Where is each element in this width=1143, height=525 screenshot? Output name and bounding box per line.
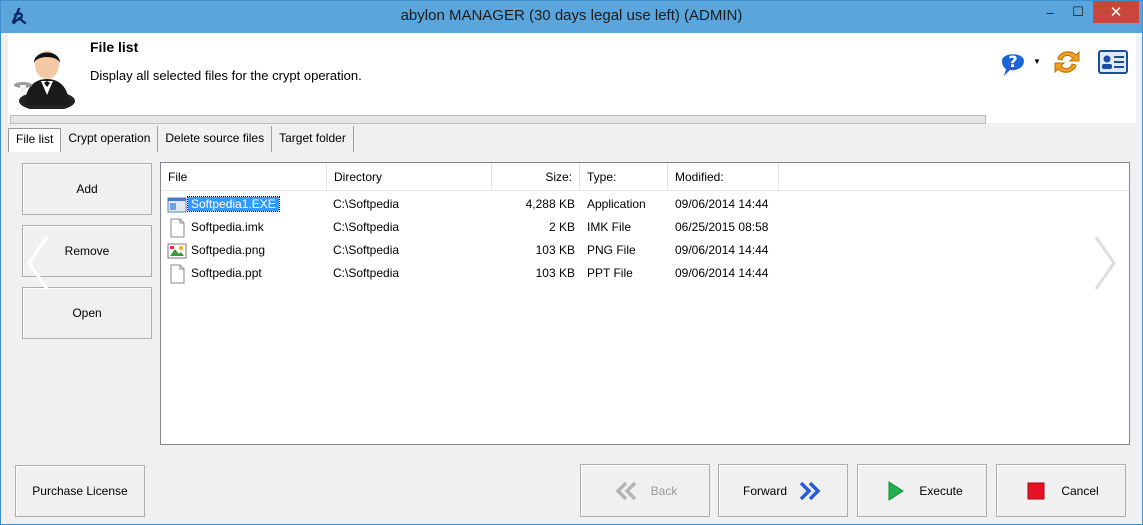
tab-target-folder[interactable]: Target folder (272, 126, 354, 152)
size-cell: 2 KB (548, 220, 575, 234)
butler-icon (14, 51, 75, 109)
image-file-icon (167, 241, 187, 261)
size-cell: 103 KB (535, 243, 575, 257)
blank-file-icon (167, 264, 187, 284)
modified-cell: 09/06/2014 14:44 (675, 197, 769, 211)
column-header-directory[interactable]: Directory (327, 163, 492, 191)
page-description: Display all selected files for the crypt… (90, 68, 362, 83)
modified-cell: 09/06/2014 14:44 (675, 266, 769, 280)
table-row[interactable]: Softpedia.imk C:\Softpedia 2 KB IMK File 06/… (161, 216, 1129, 239)
previous-arrow-icon[interactable] (23, 233, 53, 293)
blank-file-icon (167, 218, 187, 238)
play-icon (888, 480, 905, 501)
size-cell: 4,288 KB (525, 197, 575, 211)
help-icon[interactable]: ? (996, 45, 1030, 79)
directory-cell: C:\Softpedia (333, 197, 400, 211)
table-row[interactable]: Softpedia.ppt C:\Softpedia 103 KB PPT File 0… (161, 262, 1129, 285)
table-row[interactable]: Softpedia1.EXE C:\Softpedia 4,288 KB Applic… (161, 193, 1129, 216)
type-cell: IMK File (587, 220, 632, 234)
column-header-type[interactable]: Type: (580, 163, 668, 191)
refresh-icon[interactable] (1050, 45, 1084, 79)
window-title: abylon MANAGER (30 days legal use left) … (400, 7, 743, 24)
directory-cell: C:\Softpedia (333, 220, 400, 234)
minimize-button[interactable]: – (1037, 1, 1063, 23)
execute-button[interactable]: Execute (857, 464, 987, 517)
tab-strip: File list Crypt operation Delete source fi… (8, 126, 1136, 152)
column-header-modified[interactable]: Modified: (668, 163, 779, 191)
maximize-button[interactable]: ☐ (1065, 1, 1091, 23)
title-bar[interactable]: abylon MANAGER (30 days legal use left) … (1, 1, 1142, 33)
file-name-cell: Softpedia.ppt (191, 266, 262, 280)
open-button[interactable]: Open (22, 287, 152, 339)
page-title: File list (90, 39, 139, 55)
next-arrow-icon[interactable] (1090, 233, 1120, 293)
type-cell: PNG File (587, 243, 636, 257)
back-label: Back (650, 483, 678, 498)
abylon-logo-icon (11, 7, 27, 25)
exe-file-icon (167, 195, 187, 215)
file-list[interactable]: File Directory Size: Type: Modified: Sof… (160, 162, 1130, 445)
tab-crypt-operation[interactable]: Crypt operation (61, 126, 159, 152)
directory-cell: C:\Softpedia (333, 243, 400, 257)
column-header-file[interactable]: File (161, 163, 327, 191)
file-name-cell: Softpedia.png (191, 243, 266, 257)
forward-arrows-icon (799, 481, 821, 500)
purchase-license-button[interactable]: Purchase License (15, 465, 145, 517)
svg-text:?: ? (1008, 52, 1017, 71)
cancel-label: Cancel (1061, 483, 1099, 498)
file-name-cell: Softpedia1.EXE (187, 193, 280, 216)
close-button[interactable]: ✕ (1093, 1, 1139, 23)
header-panel: File list Display all selected files for… (8, 33, 1136, 123)
modified-cell: 06/25/2015 08:58 (675, 220, 769, 234)
progress-bar (10, 115, 986, 124)
back-button[interactable]: Back (580, 464, 710, 517)
id-card-icon[interactable] (1096, 45, 1130, 79)
execute-label: Execute (919, 483, 963, 498)
file-list-header: File Directory Size: Type: Modified: (161, 163, 1129, 191)
cancel-button[interactable]: Cancel (996, 464, 1126, 517)
file-name-cell: Softpedia.imk (191, 220, 264, 234)
back-arrows-icon (615, 481, 636, 500)
table-row[interactable]: Softpedia.png C:\Softpedia 103 KB PNG File 0… (161, 239, 1129, 262)
forward-label: Forward (742, 483, 787, 498)
size-cell: 103 KB (535, 266, 575, 280)
modified-cell: 09/06/2014 14:44 (675, 243, 769, 257)
app-window: abylon MANAGER (30 days legal use left) … (0, 0, 1143, 525)
help-dropdown-caret[interactable]: ▼ (1033, 57, 1041, 66)
forward-button[interactable]: Forward (718, 464, 848, 517)
add-button[interactable]: Add (22, 163, 152, 215)
selected-file-name: Softpedia1.EXE (187, 196, 280, 212)
type-cell: PPT File (587, 266, 633, 280)
directory-cell: C:\Softpedia (333, 266, 400, 280)
type-cell: Application (587, 197, 646, 211)
client-area: File list Display all selected files for… (8, 33, 1136, 519)
stop-icon (1027, 482, 1045, 499)
column-header-size[interactable]: Size: (492, 163, 580, 191)
tab-delete-source-files[interactable]: Delete source files (158, 126, 273, 152)
tab-file-list[interactable]: File list (8, 128, 62, 152)
